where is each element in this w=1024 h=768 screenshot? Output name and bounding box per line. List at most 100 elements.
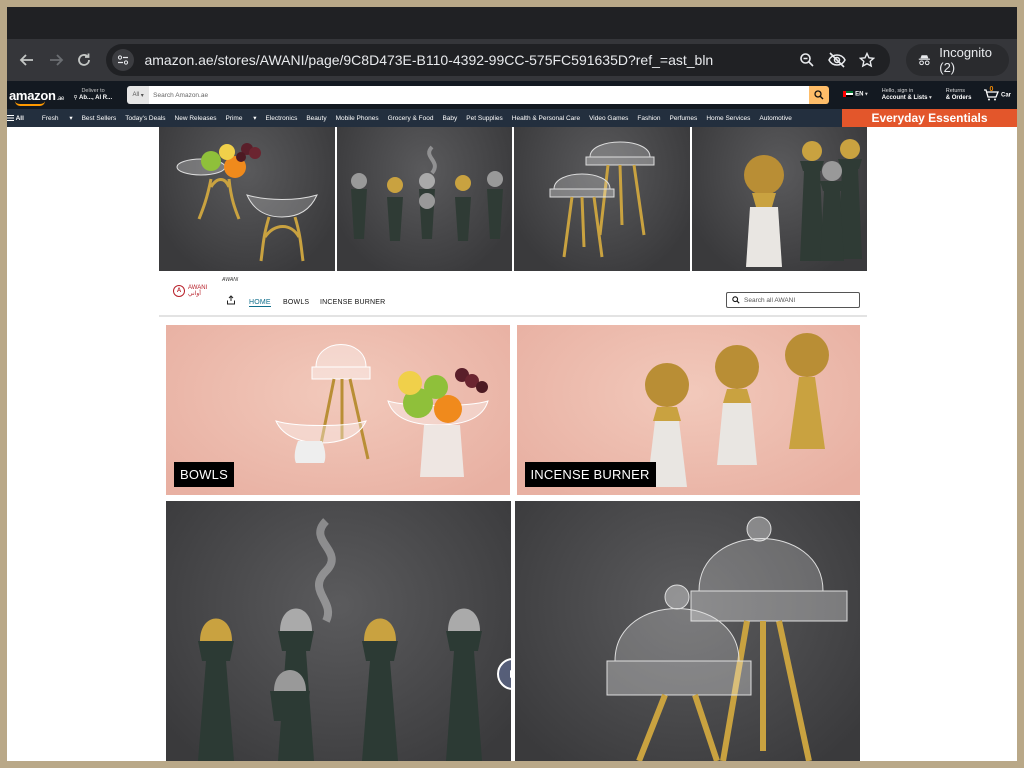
reload-icon — [78, 53, 91, 66]
search-category-label: All — [132, 92, 140, 98]
zoom-icon — [800, 53, 815, 67]
nav-item-new-releases[interactable]: New Releases — [175, 115, 217, 122]
uae-flag-icon — [843, 91, 854, 98]
search-category[interactable]: All ▾ — [127, 86, 150, 104]
hero-image-incense-row — [336, 127, 512, 271]
amazon-search: All ▾ Search Amazon.ae — [127, 86, 830, 104]
search-icon — [732, 296, 740, 304]
nav-item-mobile-phones[interactable]: Mobile Phones — [336, 115, 379, 122]
nav-item-prime-label: Prime — [225, 115, 243, 122]
orders-line2: & Orders — [945, 95, 972, 101]
nav-item-health[interactable]: Health & Personal Care — [512, 115, 580, 122]
image-tile-cake-stands[interactable] — [515, 501, 860, 761]
nav-item-best-sellers[interactable]: Best Sellers — [82, 115, 117, 122]
share-icon[interactable] — [226, 295, 236, 305]
bookmark-button[interactable] — [852, 45, 882, 75]
forward-arrow-icon — [49, 54, 63, 66]
browser-window: amazon.ae/stores/AWANI/page/9C8D473E-B11… — [7, 7, 1017, 761]
cart[interactable]: 0 Car — [983, 86, 1011, 101]
amazon-header: amazon.ae Deliver to ⚲ Ab..., Al R... Al… — [7, 81, 1017, 109]
cart-count: 0 — [989, 86, 994, 93]
menu-icon — [7, 114, 14, 121]
brand-store: AWANI A AWANI أواني HOME BOWLS INCENSE B… — [159, 127, 867, 761]
store-tab-bowls[interactable]: BOWLS — [283, 299, 309, 306]
zoom-button[interactable] — [792, 45, 822, 75]
search-input[interactable]: Search Amazon.ae — [149, 86, 810, 104]
amazon-smile — [15, 101, 45, 106]
web-page: amazon.ae Deliver to ⚲ Ab..., Al R... Al… — [7, 81, 1017, 761]
nav-item-todays-deals[interactable]: Today's Deals — [125, 115, 165, 122]
location-pin-icon: ⚲ — [73, 95, 78, 101]
nav-item-baby[interactable]: Baby — [442, 115, 457, 122]
everyday-essentials-banner[interactable]: Everyday Essentials — [842, 109, 1017, 127]
incognito-icon — [919, 55, 931, 66]
category-row: BOWLS INCENSE BURNER — [166, 325, 860, 495]
nav-item-perfumes[interactable]: Perfumes — [669, 115, 697, 122]
category-label-bowls: BOWLS — [174, 462, 234, 487]
incognito-indicator[interactable]: Incognito (2) — [906, 44, 1010, 76]
amazon-logo[interactable]: amazon.ae — [7, 88, 73, 106]
nav-item-fresh[interactable]: Fresh ▾ — [42, 114, 73, 122]
address-bar[interactable]: amazon.ae/stores/AWANI/page/9C8D473E-B11… — [106, 44, 891, 76]
store-tab-home[interactable]: HOME — [249, 299, 271, 307]
account-line2: Account & Lists — [881, 95, 928, 101]
nav-item-prime[interactable]: Prime ▾ — [225, 114, 256, 122]
url-text[interactable]: amazon.ae/stores/AWANI/page/9C8D473E-B11… — [144, 52, 792, 68]
incognito-label: Incognito (2) — [939, 45, 993, 75]
account-menu[interactable]: Hello, sign in Account & Lists ▾ — [882, 88, 932, 102]
back-arrow-icon — [19, 54, 34, 66]
forward-button[interactable] — [43, 45, 67, 75]
returns-orders[interactable]: Returns & Orders — [946, 88, 972, 102]
hero-image-incense-gold — [691, 127, 867, 271]
amazon-nav: All Fresh ▾ Best Sellers Today's Deals N… — [7, 109, 1017, 127]
deliver-line2: Ab..., Al R... — [79, 95, 113, 101]
brand-logo-mark: A — [173, 285, 185, 297]
media-row — [166, 501, 860, 761]
store-search-input[interactable]: Search all AWANI — [726, 292, 860, 308]
language-label: EN — [855, 91, 864, 98]
deliver-to[interactable]: Deliver to ⚲ Ab..., Al R... — [73, 88, 127, 102]
nav-item-all-label: All — [15, 114, 24, 122]
category-label-incense-burner: INCENSE BURNER — [524, 462, 656, 487]
cart-label: Car — [1000, 92, 1011, 99]
brand-logo-arabic: أواني — [188, 291, 201, 297]
star-icon — [859, 52, 876, 68]
back-button[interactable] — [15, 45, 39, 75]
tab-strip — [7, 7, 1017, 39]
category-tile-incense-burner[interactable]: INCENSE BURNER — [516, 325, 860, 495]
nav-item-automotive[interactable]: Automotive — [759, 115, 792, 122]
search-icon — [814, 90, 824, 100]
search-button[interactable] — [809, 86, 830, 104]
store-navigation: AWANI A AWANI أواني HOME BOWLS INCENSE B… — [159, 271, 867, 317]
deliver-line1: Deliver to — [81, 88, 105, 94]
hero-banner — [159, 127, 867, 271]
brand-logo[interactable]: A AWANI أواني — [173, 285, 207, 297]
nav-item-all[interactable]: All — [7, 115, 33, 122]
account-line1: Hello, sign in — [881, 88, 914, 94]
video-tile-incense[interactable] — [166, 501, 511, 761]
nav-item-beauty[interactable]: Beauty — [306, 115, 326, 122]
eye-off-icon — [828, 52, 847, 68]
orders-line1: Returns — [945, 88, 966, 94]
nav-item-grocery[interactable]: Grocery & Food — [388, 115, 434, 122]
brand-name-small: AWANI — [222, 277, 239, 283]
site-info-button[interactable] — [112, 49, 135, 71]
site-info-icon — [118, 55, 129, 65]
amazon-logo-tld: .ae — [56, 95, 65, 102]
hero-image-fruit-bowls — [159, 127, 335, 271]
hero-image-cake-stands — [514, 127, 690, 271]
nav-item-fresh-label: Fresh — [41, 115, 59, 122]
toolbar: amazon.ae/stores/AWANI/page/9C8D473E-B11… — [7, 39, 1017, 81]
nav-item-pet-supplies[interactable]: Pet Supplies — [466, 115, 503, 122]
nav-item-video-games[interactable]: Video Games — [589, 115, 628, 122]
tracking-protection-button[interactable] — [822, 45, 852, 75]
nav-item-home-services[interactable]: Home Services — [706, 115, 750, 122]
store-search-placeholder: Search all AWANI — [744, 296, 796, 304]
nav-item-electronics[interactable]: Electronics — [266, 115, 298, 122]
play-icon — [510, 670, 511, 678]
language-selector[interactable]: EN ▾ — [843, 91, 868, 98]
category-tile-bowls[interactable]: BOWLS — [166, 325, 510, 495]
nav-item-fashion[interactable]: Fashion — [637, 115, 660, 122]
reload-button[interactable] — [72, 45, 96, 75]
store-tab-incense-burner[interactable]: INCENSE BURNER — [320, 299, 385, 306]
